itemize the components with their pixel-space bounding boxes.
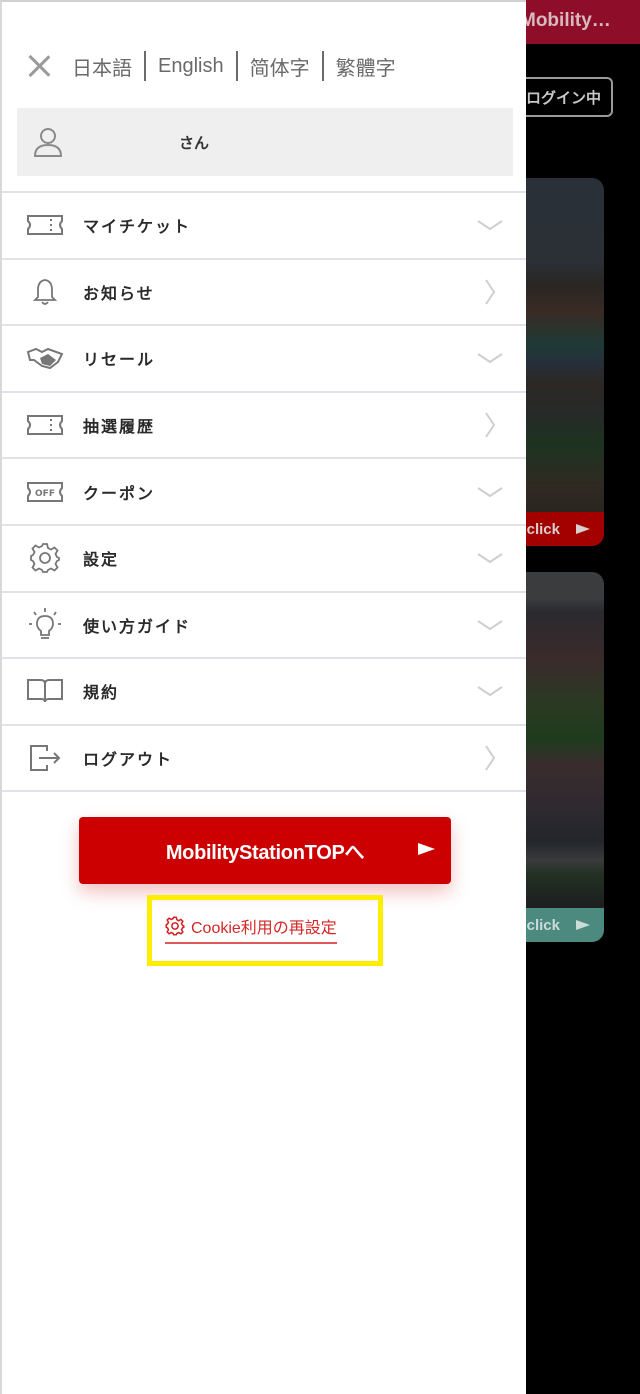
logout-icon [25,743,65,773]
ticket-icon [25,410,65,440]
chevron-down-icon [476,677,504,705]
play-arrow-icon [418,843,435,855]
language-traditional-chinese[interactable]: 繁體字 [336,52,396,81]
menu-item-lottery-history[interactable]: 抽選履歴 [2,393,526,460]
site-title: Mobility… [520,10,611,31]
chevron-down-icon [476,544,504,572]
play-arrow-icon [576,524,590,534]
menu-item-logout[interactable]: ログアウト [2,726,526,793]
language-english[interactable]: English [158,55,224,78]
close-icon[interactable] [24,51,54,81]
menu-item-notifications[interactable]: お知らせ [2,260,526,327]
gear-icon [25,543,65,574]
ticket-icon [25,210,65,240]
language-simplified-chinese[interactable]: 简体字 [250,52,310,81]
chevron-down-icon [476,211,504,239]
chevron-right-icon [476,744,504,772]
language-switcher: 日本語 English 简体字 繁體字 [24,46,396,86]
menu-item-terms[interactable]: 規約 [2,659,526,726]
user-profile-box: さん [17,108,513,176]
bell-icon [25,277,65,307]
language-divider [144,51,146,81]
user-icon [33,128,63,157]
chevron-down-icon [476,478,504,506]
cookie-settings-link[interactable]: Cookie利用の再設定 [165,914,337,944]
mobility-station-top-button[interactable]: MobilityStationTOPへ [79,817,451,884]
language-divider [235,51,238,81]
menu-item-usage-guide[interactable]: 使い方ガイド [2,593,526,660]
menu-item-settings[interactable]: 設定 [2,526,526,593]
svg-text:OFF: OFF [35,489,55,499]
chevron-right-icon [476,278,504,306]
chevron-right-icon [476,411,504,439]
lightbulb-icon [25,607,65,640]
coupon-off-icon: OFF [25,477,65,507]
navigation-drawer: 日本語 English 简体字 繁體字 さん マイチケット お知らせ リセール … [0,0,526,1394]
user-name: さん [179,133,210,152]
menu-item-coupons[interactable]: OFF クーポン [2,459,526,526]
play-arrow-icon [576,920,590,930]
chevron-down-icon [476,611,504,639]
drawer-menu: マイチケット お知らせ リセール 抽選履歴 OFF クーポン 設定 使い方ガイド… [2,191,526,793]
book-icon [25,676,65,706]
handshake-icon [25,343,65,373]
chevron-down-icon [476,344,504,372]
language-divider [321,51,324,81]
menu-item-resale[interactable]: リセール [2,326,526,393]
menu-item-my-tickets[interactable]: マイチケット [2,193,526,260]
language-japanese[interactable]: 日本語 [72,52,132,81]
gear-icon [165,916,185,936]
